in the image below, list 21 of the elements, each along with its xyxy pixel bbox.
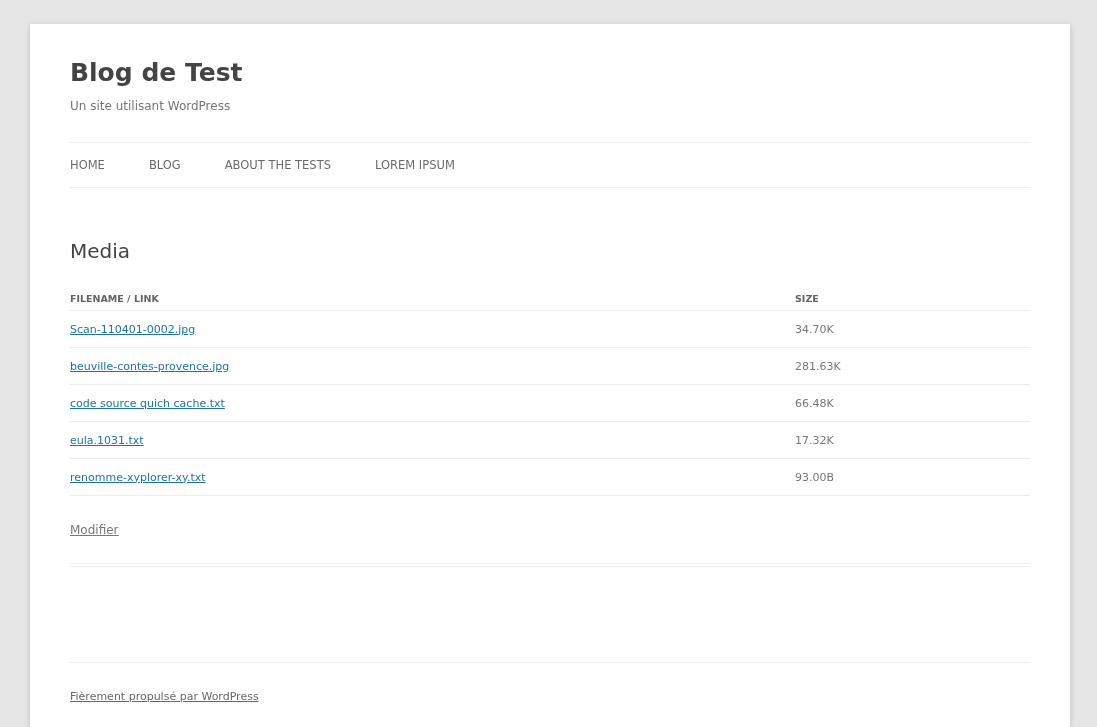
nav-link[interactable]: BLOG	[148, 158, 181, 172]
file-link[interactable]: renomme-xyplorer-xy.txt	[70, 470, 206, 484]
file-link[interactable]: beuville-contes-provence.jpg	[70, 359, 230, 373]
page-title: Media	[70, 238, 131, 264]
nav-link[interactable]: ABOUT THE TESTS	[224, 158, 331, 172]
file-link[interactable]: Scan-110401-0002.jpg	[70, 322, 196, 336]
nav-link[interactable]: LOREM IPSUM	[374, 158, 455, 172]
site-title: Blog de Test	[70, 57, 243, 89]
file-size: 281.63K	[795, 359, 841, 373]
file-size: 66.48K	[795, 396, 834, 410]
file-link[interactable]: eula.1031.txt	[70, 433, 144, 447]
file-size: 34.70K	[795, 322, 834, 336]
nav-link[interactable]: HOME	[70, 158, 105, 172]
edit-link[interactable]: Modifier	[70, 523, 119, 537]
column-header: FILENAME / LINK	[70, 292, 159, 304]
file-size: 93.00B	[795, 470, 835, 484]
column-header: SIZE	[795, 292, 819, 304]
file-link[interactable]: code source quich cache.txt	[70, 396, 225, 410]
file-size: 17.32K	[795, 433, 834, 447]
footer-link[interactable]: Fièrement propulsé par WordPress	[70, 690, 259, 703]
site-tagline: Un site utilisant WordPress	[70, 98, 231, 115]
